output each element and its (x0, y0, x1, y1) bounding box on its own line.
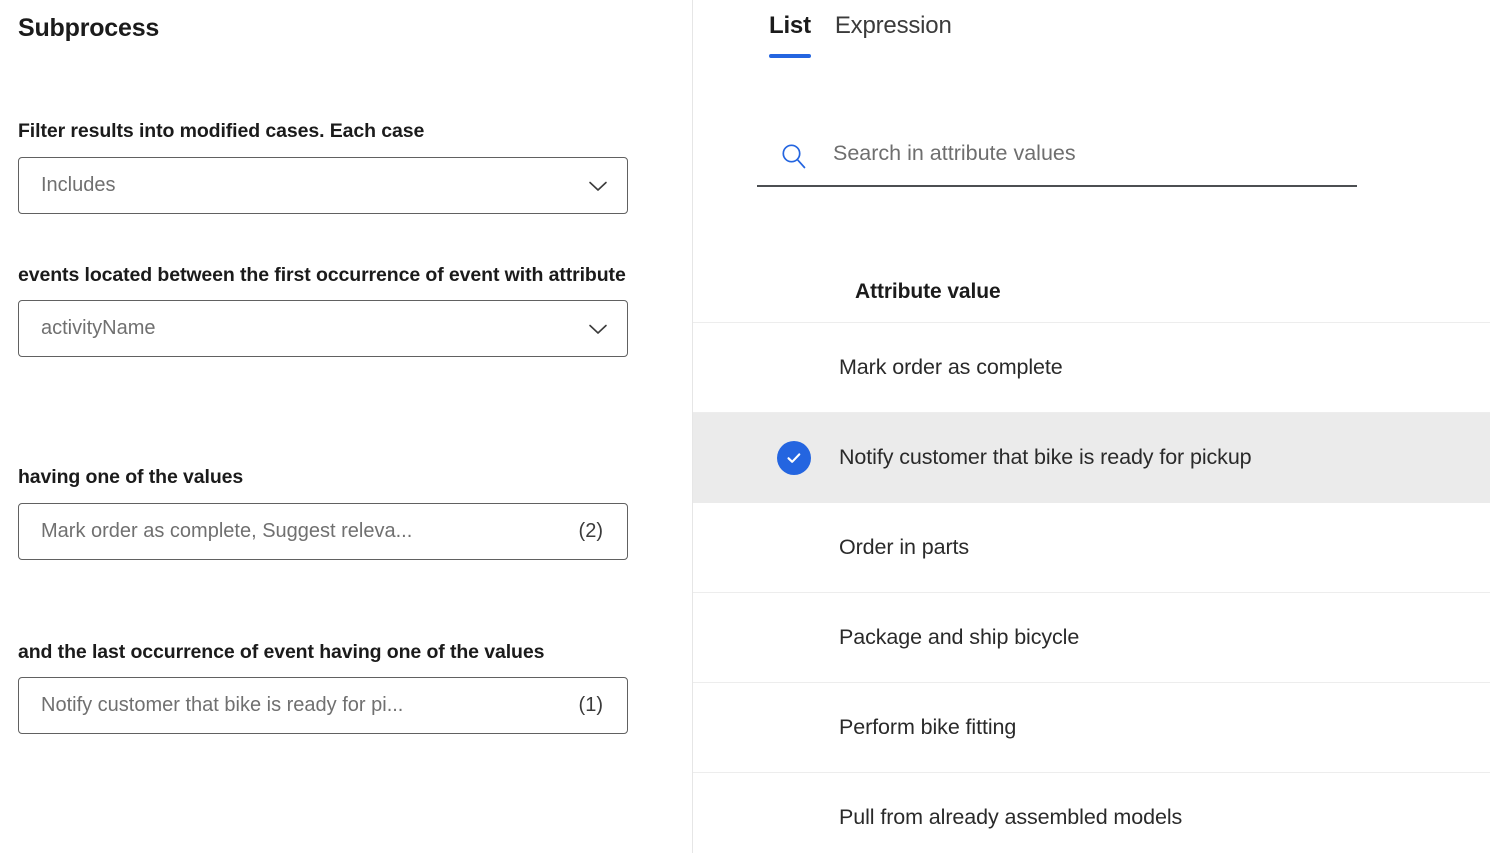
list-item-label: Mark order as complete (839, 355, 1490, 380)
list-item[interactable]: Perform bike fitting (693, 683, 1490, 773)
list-item[interactable]: Mark order as complete (693, 323, 1490, 413)
list-item-label: Package and ship bicycle (839, 625, 1490, 650)
field-group-attribute: events located between the first occurre… (18, 256, 628, 357)
list-column-header: Attribute value (693, 262, 1490, 323)
last-values-input[interactable]: Notify customer that bike is ready for p… (18, 677, 628, 734)
page-title: Subprocess (18, 14, 159, 43)
chevron-down-icon (585, 173, 611, 199)
case-filter-value: Includes (41, 174, 585, 197)
subprocess-config-panel: Subprocess Filter results into modified … (0, 0, 692, 853)
tab-list-label: List (769, 12, 811, 40)
tab-bar: List Expression (757, 12, 964, 58)
case-filter-dropdown[interactable]: Includes (18, 157, 628, 214)
field-group-first-values: having one of the values Mark order as c… (18, 458, 628, 560)
tab-expression-label: Expression (835, 12, 952, 40)
list-item[interactable]: Package and ship bicycle (693, 593, 1490, 683)
list-item-label: Perform bike fitting (839, 715, 1490, 740)
list-item[interactable]: Notify customer that bike is ready for p… (693, 413, 1490, 503)
checkbox-unchecked-icon[interactable] (777, 711, 811, 745)
first-values-value: Mark order as complete, Suggest releva..… (41, 520, 569, 543)
first-values-count: (2) (579, 520, 611, 543)
checkbox-unchecked-icon[interactable] (777, 351, 811, 385)
search-input[interactable] (833, 141, 1357, 166)
attribute-dropdown[interactable]: activityName (18, 300, 628, 357)
search-field[interactable] (757, 128, 1357, 187)
subprocess-filter-dialog: Subprocess Filter results into modified … (0, 0, 1490, 853)
field-label: Filter results into modified cases. Each… (18, 112, 628, 150)
list-item-label: Pull from already assembled models (839, 805, 1490, 830)
attribute-values-panel: List Expression Attribute value Mark (693, 0, 1490, 853)
chevron-down-icon (585, 316, 611, 342)
checkbox-unchecked-icon[interactable] (777, 621, 811, 655)
tab-expression[interactable]: Expression (823, 12, 964, 58)
check-circle-icon[interactable] (777, 441, 811, 475)
tab-list[interactable]: List (757, 12, 823, 58)
field-label: having one of the values (18, 458, 628, 496)
field-group-case-filter: Filter results into modified cases. Each… (18, 112, 628, 214)
field-label: events located between the first occurre… (18, 256, 628, 294)
checkbox-unchecked-icon[interactable] (777, 531, 811, 565)
field-group-last-values: and the last occurrence of event having … (18, 633, 628, 734)
column-header-attribute-value: Attribute value (855, 280, 1001, 304)
checkbox-unchecked-icon[interactable] (777, 801, 811, 835)
first-values-input[interactable]: Mark order as complete, Suggest releva..… (18, 503, 628, 560)
tab-active-indicator (769, 54, 811, 58)
attribute-value: activityName (41, 317, 585, 340)
last-values-count: (1) (579, 694, 611, 717)
field-label: and the last occurrence of event having … (18, 633, 628, 671)
list-item-label: Order in parts (839, 535, 1490, 560)
last-values-value: Notify customer that bike is ready for p… (41, 694, 569, 717)
list-item[interactable]: Order in parts (693, 503, 1490, 593)
list-item-label: Notify customer that bike is ready for p… (839, 445, 1490, 470)
search-icon (777, 140, 811, 174)
list-item[interactable]: Pull from already assembled models (693, 773, 1490, 853)
attribute-value-list[interactable]: Mark order as complete Notify customer t… (693, 323, 1490, 853)
